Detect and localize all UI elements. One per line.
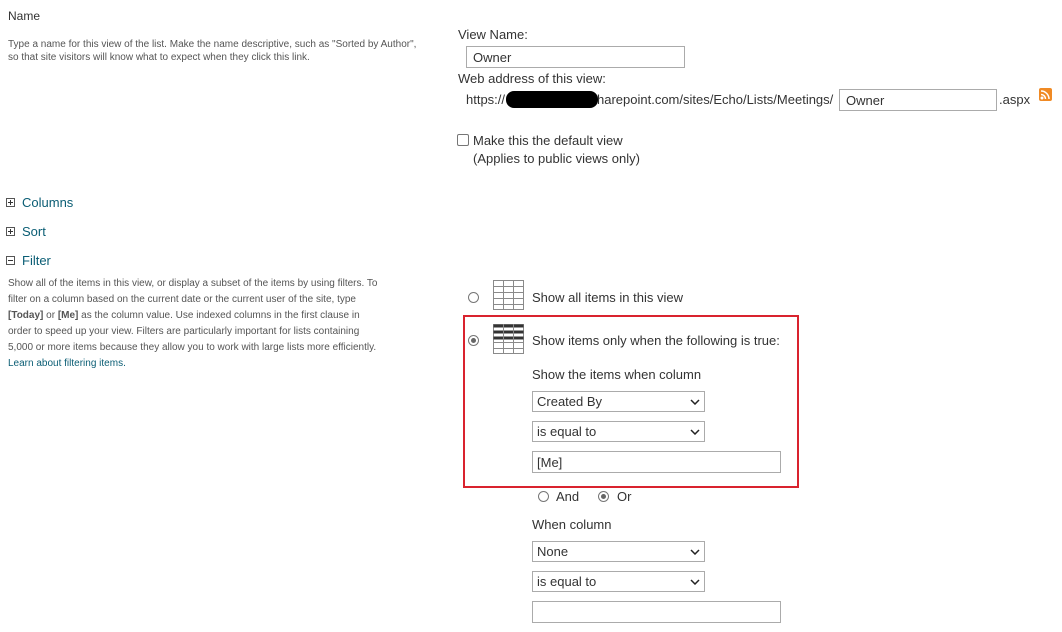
- clause1-operator-value: is equal to: [537, 424, 597, 439]
- clause1-column-select[interactable]: Created By: [532, 391, 705, 412]
- me-token: [Me]: [57, 310, 79, 321]
- default-view-label: Make this the default view: [473, 133, 623, 148]
- clause1-heading: Show the items when column: [532, 367, 702, 382]
- show-all-radio[interactable]: [468, 292, 479, 303]
- show-filtered-label: Show items only when the following is tr…: [532, 333, 780, 348]
- and-label: And: [556, 489, 580, 504]
- clause2-column-select[interactable]: None: [532, 541, 705, 562]
- show-all-label: Show all items in this view: [532, 290, 683, 305]
- filter-desc-line-5: 5,000 or more items because they allow y…: [8, 342, 377, 353]
- redacted-tenant-name: [506, 91, 598, 108]
- filter-desc-line-1: Show all of the items in this view, or d…: [8, 278, 378, 289]
- default-view-note: (Applies to public views only): [473, 151, 640, 166]
- and-radio[interactable]: [538, 491, 549, 502]
- name-section-title: Name: [8, 9, 41, 23]
- filter-desc-line-3-rest: as the column value. Use indexed columns…: [78, 310, 360, 321]
- chevron-down-icon: [690, 398, 700, 405]
- web-address-path: harepoint.com/sites/Echo/Lists/Meetings/: [597, 92, 834, 107]
- learn-filtering-link[interactable]: Learn about filtering items.: [8, 356, 448, 372]
- filter-label: Filter: [22, 253, 51, 268]
- default-view-checkbox[interactable]: [457, 134, 469, 146]
- view-name-input[interactable]: [466, 46, 685, 68]
- rss-icon[interactable]: [1039, 88, 1052, 101]
- show-filtered-radio[interactable]: [468, 335, 479, 346]
- view-name-label: View Name:: [458, 27, 528, 42]
- web-address-prefix: https://: [466, 92, 506, 107]
- clause1-operator-select[interactable]: is equal to: [532, 421, 705, 442]
- columns-expander[interactable]: Columns: [6, 195, 73, 210]
- clause1-column-value: Created By: [537, 394, 603, 409]
- columns-label: Columns: [22, 195, 74, 210]
- clause2-value-input[interactable]: [532, 601, 781, 623]
- clause2-column-value: None: [537, 544, 569, 559]
- or-word: or: [43, 310, 58, 321]
- grid-filtered-icon: [493, 324, 524, 359]
- chevron-down-icon: [690, 428, 700, 435]
- filter-desc-line-3: [Today] or [Me] as the column value. Use…: [8, 308, 448, 324]
- web-address-extension: .aspx: [999, 92, 1031, 107]
- expand-plus-icon: [6, 198, 15, 207]
- expand-plus-icon: [6, 227, 15, 236]
- clause2-operator-select[interactable]: is equal to: [532, 571, 705, 592]
- clause1-value-input[interactable]: [532, 451, 781, 473]
- filter-desc-line-4: order to speed up your view. Filters are…: [8, 326, 360, 337]
- today-token: [Today]: [8, 310, 44, 321]
- or-radio[interactable]: [598, 491, 609, 502]
- collapse-minus-icon: [6, 256, 15, 265]
- grid-all-icon: [493, 280, 524, 315]
- sort-expander[interactable]: Sort: [6, 224, 46, 239]
- clause2-heading: When column: [532, 517, 612, 532]
- web-address-page-input[interactable]: [839, 89, 997, 111]
- or-label: Or: [617, 489, 632, 504]
- chevron-down-icon: [690, 578, 700, 585]
- chevron-down-icon: [690, 548, 700, 555]
- clause2-operator-value: is equal to: [537, 574, 597, 589]
- web-address-label: Web address of this view:: [458, 71, 606, 86]
- filter-expander[interactable]: Filter: [6, 253, 51, 268]
- filter-desc-line-2: filter on a column based on the current …: [8, 294, 356, 305]
- name-section-description: Type a name for this view of the list. M…: [8, 37, 448, 66]
- filter-description: Show all of the items in this view, or d…: [8, 276, 448, 372]
- sort-label: Sort: [22, 224, 46, 239]
